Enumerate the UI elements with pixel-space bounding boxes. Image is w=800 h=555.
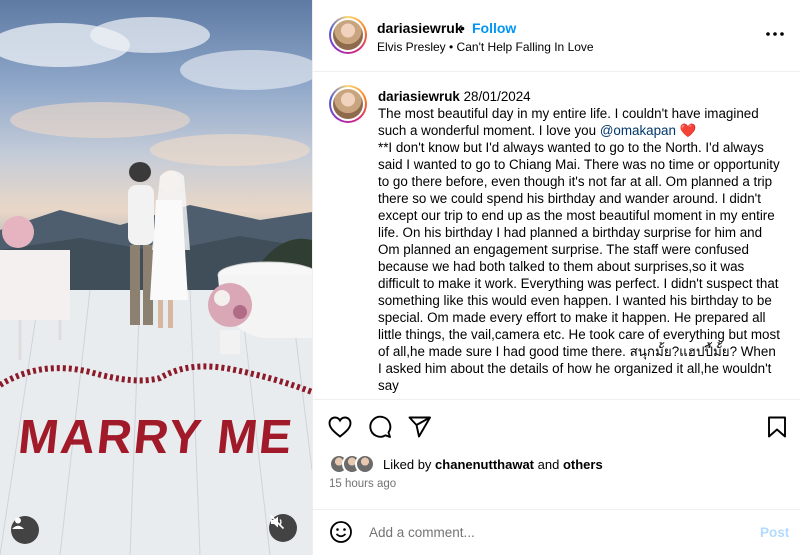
liker-avatars[interactable] (329, 454, 379, 474)
header-username[interactable]: dariasiewruk (377, 20, 463, 36)
post-details-panel: dariasiewruk • Follow Elvis Presley • Ca… (312, 0, 800, 555)
petal-text: MARRY ME (15, 411, 297, 464)
heart-emoji: ❤️ (679, 123, 697, 138)
tagged-users-button[interactable] (11, 516, 39, 544)
share-button[interactable] (407, 414, 433, 440)
avatar (355, 454, 375, 474)
heart-outline-icon (328, 416, 352, 438)
emoji-button[interactable] (329, 520, 353, 544)
divider (313, 399, 800, 400)
comment-bar: Post (313, 509, 800, 555)
speaker-muted-icon (269, 514, 285, 530)
caption-username[interactable]: dariasiewruk (378, 89, 460, 104)
post-header: dariasiewruk • Follow Elvis Presley • Ca… (313, 0, 800, 72)
separator-dot: • (460, 20, 465, 36)
post-media[interactable]: MARRY ME (0, 0, 312, 555)
like-button[interactable] (327, 414, 353, 440)
comment-button[interactable] (367, 414, 393, 440)
paper-plane-icon (408, 416, 431, 438)
post-timestamp[interactable]: 15 hours ago (329, 478, 396, 490)
caption-avatar[interactable] (329, 85, 367, 123)
likes-summary: Liked by chanenutthawat and others (329, 454, 789, 476)
others-link[interactable]: others (563, 457, 603, 472)
more-options-button[interactable] (765, 24, 785, 44)
follow-button[interactable]: Follow (472, 20, 516, 36)
audio-track-link[interactable]: Elvis Presley • Can't Help Falling In Lo… (377, 40, 594, 54)
caption-date: 28/01/2024 (463, 89, 531, 104)
comment-input[interactable] (369, 522, 729, 542)
smiley-icon (330, 521, 352, 543)
post-button[interactable]: Post (760, 525, 789, 540)
speech-bubble-icon (369, 415, 392, 438)
caption-text: dariasiewruk 28/01/2024 The most beautif… (378, 88, 782, 394)
caption-section: dariasiewruk 28/01/2024 The most beautif… (313, 73, 800, 399)
bookmark-icon (768, 416, 786, 438)
likes-text: Liked by chanenutthawat and others (383, 457, 603, 472)
proposal-scene-image (0, 17, 312, 555)
save-button[interactable] (764, 414, 790, 440)
liker-username[interactable]: chanenutthawat (435, 457, 534, 472)
caption-line: The most beautiful day in my entire life… (378, 106, 759, 138)
caption-body: **I don't know but I'd always wanted to … (378, 140, 780, 393)
user-icon (12, 517, 24, 529)
mute-button[interactable] (269, 514, 297, 542)
more-icon (766, 32, 784, 36)
mention-link[interactable]: @omakapan (600, 123, 676, 138)
action-bar (313, 408, 800, 446)
avatar[interactable] (329, 16, 367, 54)
